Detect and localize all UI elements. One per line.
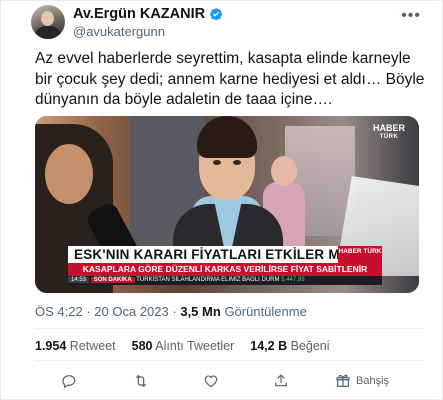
tweet-date[interactable]: 20 Oca 2023 bbox=[94, 304, 168, 319]
more-options-icon[interactable]: ••• bbox=[401, 7, 421, 25]
divider-top bbox=[35, 328, 425, 329]
tweet-media-video[interactable]: HABER TÜRK ESK'NIN KARARI FİYATLARI ETKİ… bbox=[35, 116, 419, 293]
author-names: Av.Ergün KAZANIR @avukatergunn bbox=[73, 6, 223, 39]
retweet-icon bbox=[135, 375, 147, 387]
media-boy bbox=[173, 116, 283, 266]
retweets-stat[interactable]: 1.954 Retweet bbox=[35, 339, 116, 353]
tip-label: Bahşiş bbox=[356, 375, 390, 387]
tip-icon bbox=[336, 374, 350, 387]
author-handle[interactable]: @avukatergunn bbox=[73, 24, 223, 39]
views-label: Görüntülenme bbox=[224, 304, 307, 319]
likes-stat[interactable]: 14,2 B Beğeni bbox=[250, 339, 329, 353]
avatar[interactable] bbox=[31, 5, 65, 39]
quotes-stat[interactable]: 580 Alıntı Tweetler bbox=[132, 339, 235, 353]
tweet-text: Az evvel haberlerde seyrettim, kasapta e… bbox=[35, 50, 425, 108]
news-subline: KASAPLARA GÖRE DÜZENLİ KARKAS VERİLİRSE … bbox=[68, 263, 382, 276]
news-ticker: 14:53 SON DAKİKA TÜRKİSTAN SİLAHLANDIRMA… bbox=[68, 276, 382, 285]
author-display-name[interactable]: Av.Ergün KAZANIR bbox=[73, 6, 205, 22]
retweet-button[interactable] bbox=[133, 369, 149, 393]
name-row: Av.Ergün KAZANIR bbox=[73, 6, 223, 22]
ticker-text: TÜRKİSTAN SİLAHLANDIRMA ELİMİZ BAĞLI DUR… bbox=[136, 277, 280, 283]
headline-channel-logo: HABER TÜRK bbox=[338, 246, 382, 263]
news-headline: ESK'NIN KARARI FİYATLARI ETKİLER Mİ? bbox=[68, 246, 359, 263]
tweet-time[interactable]: ÖS 4:22 bbox=[35, 304, 83, 319]
tweet-header: Av.Ergün KAZANIR @avukatergunn ••• bbox=[31, 5, 421, 43]
meta-separator-2: · bbox=[172, 304, 177, 319]
ticker-tag: SON DAKİKA bbox=[90, 277, 135, 283]
heart-icon bbox=[204, 375, 218, 388]
reply-icon bbox=[62, 375, 76, 389]
avatar-suit bbox=[34, 26, 62, 39]
ticker-time: 14:53 bbox=[68, 277, 90, 283]
ticker-value: 5.447,99 bbox=[281, 277, 305, 283]
share-button[interactable] bbox=[273, 369, 289, 393]
like-button[interactable] bbox=[203, 369, 219, 393]
reply-button[interactable] bbox=[61, 369, 77, 393]
tweet-meta: ÖS 4:22 · 20 Oca 2023 · 3,5 Mn Görüntüle… bbox=[35, 304, 307, 319]
tweet-card: Av.Ergün KAZANIR @avukatergunn ••• Az ev… bbox=[0, 0, 443, 400]
avatar-head bbox=[41, 11, 54, 26]
verified-badge-icon bbox=[209, 7, 223, 21]
tweet-stats: 1.954 Retweet 580 Alıntı Tweetler 14,2 B… bbox=[35, 339, 330, 353]
divider-bottom bbox=[35, 360, 425, 361]
tip-button[interactable]: Bahşiş bbox=[335, 369, 389, 393]
channel-logo: HABER TÜRK bbox=[372, 123, 405, 141]
meta-separator: · bbox=[86, 304, 91, 319]
tweet-actions: Bahşiş bbox=[35, 369, 425, 393]
share-icon bbox=[275, 374, 287, 387]
views-count: 3,5 Mn bbox=[180, 304, 221, 319]
